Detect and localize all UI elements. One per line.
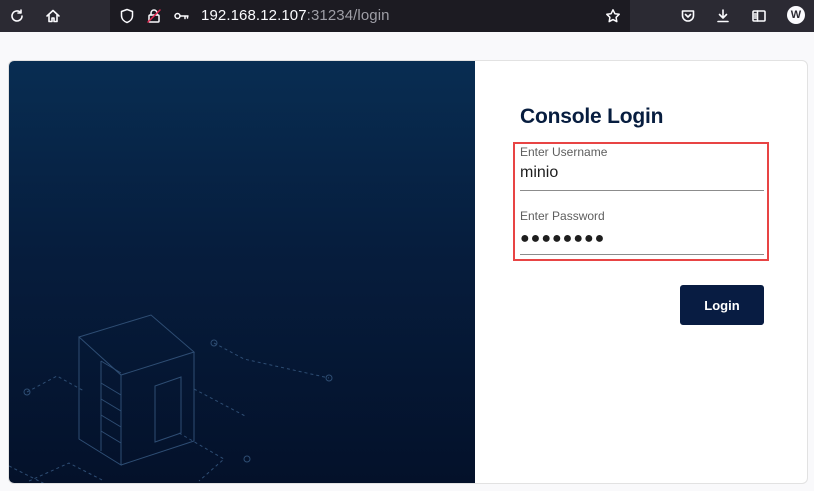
pocket-icon[interactable] — [675, 3, 701, 29]
login-button[interactable]: Login — [680, 285, 764, 325]
sidebar-icon[interactable] — [746, 3, 772, 29]
server-rack-illustration — [9, 314, 333, 483]
login-form: Console Login Enter Username minio Enter… — [475, 61, 807, 483]
browser-toolbar: 192.168.12.107:31234/login W — [0, 0, 814, 32]
username-input[interactable]: minio — [520, 164, 764, 191]
username-field: Enter Username minio — [520, 145, 764, 191]
insecure-lock-icon[interactable] — [146, 8, 162, 24]
url-host: 192.168.12.107 — [201, 7, 307, 24]
username-label: Enter Username — [520, 145, 608, 159]
reload-icon[interactable] — [4, 3, 30, 29]
page-title: Console Login — [520, 105, 664, 128]
url-text[interactable]: 192.168.12.107:31234/login — [201, 7, 390, 24]
url-path: :31234/login — [306, 7, 390, 24]
profile-avatar[interactable]: W — [787, 6, 805, 24]
password-label: Enter Password — [520, 209, 605, 223]
shield-icon[interactable] — [119, 8, 135, 24]
password-field: Enter Password ●●●●●●●● — [520, 209, 764, 255]
login-card: Console Login Enter Username minio Enter… — [8, 60, 808, 484]
address-bar[interactable]: 192.168.12.107:31234/login — [110, 0, 630, 32]
key-icon[interactable] — [173, 8, 189, 24]
bookmark-star-icon[interactable] — [605, 8, 621, 24]
home-icon[interactable] — [40, 3, 66, 29]
password-input[interactable]: ●●●●●●●● — [520, 228, 764, 255]
hero-panel — [9, 61, 475, 483]
downloads-icon[interactable] — [710, 3, 736, 29]
